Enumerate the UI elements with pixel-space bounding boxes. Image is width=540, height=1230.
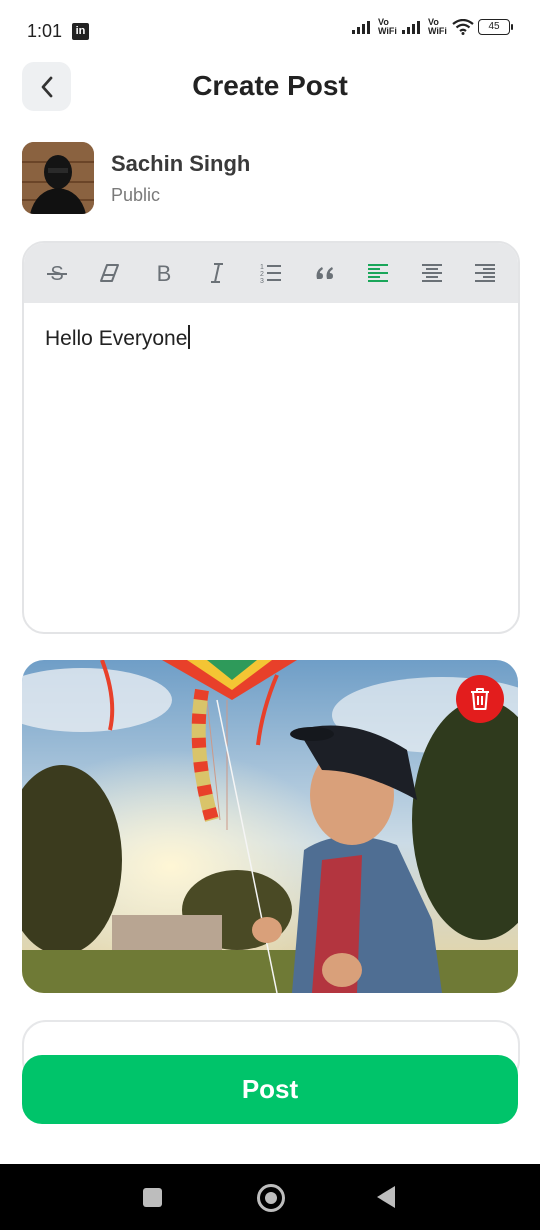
align-right-icon (475, 264, 496, 282)
formatting-toolbar: S B 1 2 3 (24, 243, 518, 303)
linkedin-notification-icon: in (72, 23, 89, 40)
user-photo (22, 142, 94, 214)
svg-text:3: 3 (260, 278, 264, 285)
bold-button[interactable]: B (144, 253, 184, 293)
align-center-icon (421, 264, 442, 282)
user-name: Sachin Singh (111, 151, 251, 176)
text-caret (188, 325, 190, 349)
eraser-button[interactable] (90, 253, 130, 293)
post-text: Hello Everyone (45, 327, 188, 350)
svg-text:2: 2 (260, 271, 264, 278)
strikethrough-icon: S (46, 263, 67, 285)
svg-text:B: B (157, 261, 172, 285)
italic-icon (211, 263, 224, 283)
align-left-button[interactable] (358, 253, 398, 293)
ordered-list-icon: 1 2 3 (260, 264, 281, 285)
delete-image-button[interactable] (456, 675, 504, 723)
battery-indicator: 45 (478, 19, 513, 35)
kite-boy-photo (22, 660, 518, 993)
align-left-icon (368, 264, 389, 282)
status-time: 1:01 (27, 21, 63, 41)
post-text-input[interactable]: Hello Everyone (45, 325, 190, 351)
svg-text:1: 1 (260, 264, 264, 271)
post-button[interactable]: Post (22, 1055, 518, 1124)
wifi-icon (452, 19, 474, 35)
vowifi-label-2: Vo WiFi (428, 17, 447, 36)
trash-icon (471, 688, 489, 710)
vowifi-label-1: Vo WiFi (378, 17, 397, 36)
signal-icon (352, 21, 370, 34)
avatar (22, 142, 94, 214)
strikethrough-button[interactable]: S (37, 253, 77, 293)
status-bar: 1:01 in Vo WiFi Vo WiFi 45 (0, 0, 540, 64)
quote-button[interactable] (305, 253, 345, 293)
bold-icon: B (157, 261, 172, 285)
eraser-icon (100, 264, 120, 282)
italic-button[interactable] (197, 253, 237, 293)
system-navigation-bar (0, 1164, 540, 1230)
ordered-list-button[interactable]: 1 2 3 (251, 253, 291, 293)
page-title: Create Post (192, 70, 348, 101)
privacy-label[interactable]: Public (111, 185, 160, 206)
align-right-button[interactable] (465, 253, 505, 293)
align-center-button[interactable] (412, 253, 452, 293)
quote-icon (316, 267, 333, 279)
home-icon[interactable] (257, 1184, 285, 1212)
signal-icon (402, 21, 420, 34)
post-editor[interactable]: S B 1 2 3 Hello Everyone (22, 241, 520, 634)
back-triangle-icon[interactable] (377, 1186, 395, 1208)
recent-apps-icon[interactable] (143, 1188, 162, 1207)
status-icons: Vo WiFi Vo WiFi 45 (352, 17, 513, 36)
attached-image (22, 660, 518, 993)
